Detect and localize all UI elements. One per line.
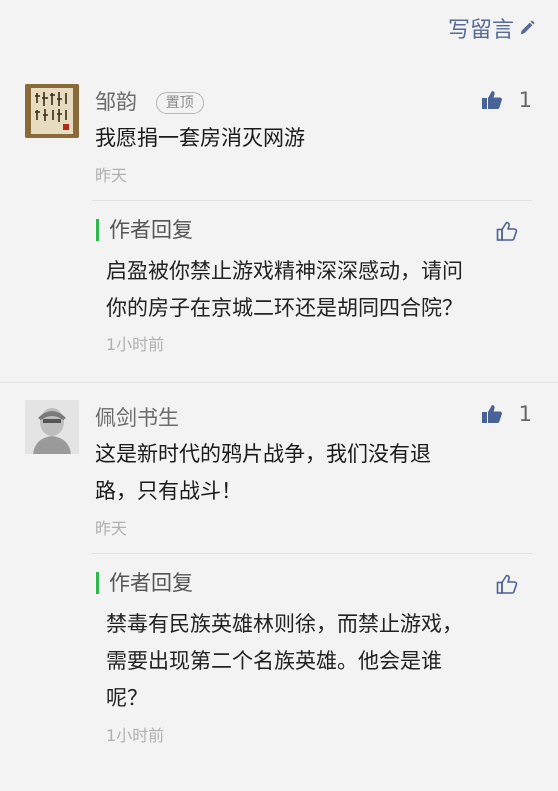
thumbs-up-filled-icon: [481, 91, 502, 109]
write-comment-button[interactable]: 写留言: [448, 12, 536, 44]
comment-line: 路，只有战斗！: [95, 479, 242, 503]
author-reply-label: 作者回复: [96, 219, 193, 241]
comment-text: 这是新时代的鸦片战争，我们没有退 路，只有战斗！: [95, 436, 525, 510]
author-name: 佩剑书生: [95, 406, 179, 430]
reply-line: 禁毒有民族英雄林则徐，而禁止游戏，: [106, 612, 463, 636]
comment-time: 昨天: [95, 519, 128, 538]
author-reply-time: 1小时前: [106, 726, 165, 745]
avatar[interactable]: [25, 400, 79, 454]
sketch-portrait-avatar-image: [25, 400, 79, 454]
like-count: 1: [518, 402, 532, 426]
comment-author[interactable]: 佩剑书生: [95, 402, 179, 432]
comment-text: 我愿捐一套房消灭网游: [95, 126, 305, 150]
calligraphy-avatar-image: [25, 84, 79, 138]
comment-author[interactable]: 邹韵 置顶: [95, 86, 204, 116]
author-reply: 作者回复 启盈被你禁止游戏精神深深感动，请问 你的房子在京城二环还是胡同四合院？…: [92, 200, 532, 371]
reply-line: 需要出现第二个名族英雄。他会是谁: [106, 649, 442, 673]
pinned-badge: 置顶: [155, 92, 204, 114]
thumbs-up-outline-icon[interactable]: [496, 221, 518, 242]
reply-line: 你的房子在京城二环还是胡同四合院？: [106, 296, 463, 320]
author-reply-text: 启盈被你禁止游戏精神深深感动，请问 你的房子在京城二环还是胡同四合院？: [106, 253, 526, 327]
like-button[interactable]: 1: [481, 88, 532, 112]
pencil-icon: [520, 20, 535, 35]
like-count: 1: [518, 88, 532, 112]
thumbs-up-filled-icon: [481, 405, 502, 423]
comment-divider: [0, 382, 558, 383]
author-reply-text: 禁毒有民族英雄林则徐，而禁止游戏， 需要出现第二个名族英雄。他会是谁 呢？: [106, 606, 526, 717]
author-reply-label: 作者回复: [96, 572, 193, 594]
reply-line: 呢？: [106, 686, 148, 710]
write-comment-label: 写留言: [447, 18, 514, 43]
like-button[interactable]: 1: [481, 402, 532, 426]
comment-line: 这是新时代的鸦片战争，我们没有退: [95, 442, 431, 466]
author-reply: 作者回复 禁毒有民族英雄林则徐，而禁止游戏， 需要出现第二个名族英雄。他会是谁 …: [92, 553, 532, 764]
avatar[interactable]: [25, 84, 79, 138]
author-reply-time: 1小时前: [106, 335, 165, 354]
thumbs-up-outline-icon[interactable]: [496, 574, 518, 595]
reply-line: 启盈被你禁止游戏精神深深感动，请问: [106, 259, 463, 283]
comment-time: 昨天: [95, 166, 128, 185]
author-name: 邹韵: [95, 90, 137, 114]
